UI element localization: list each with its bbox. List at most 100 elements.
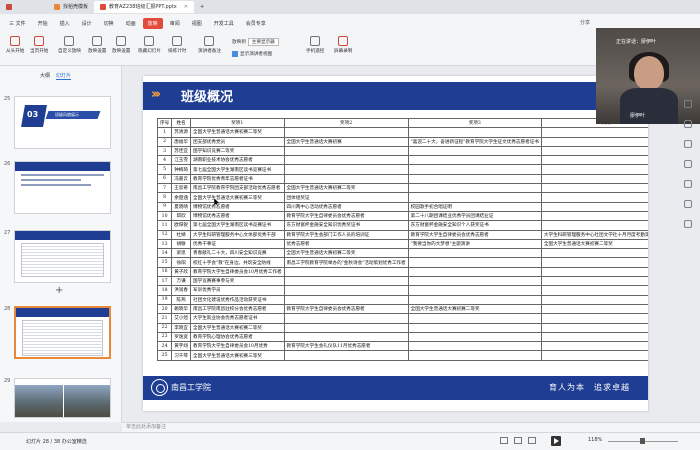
backup-icon[interactable]: [684, 200, 692, 208]
table-cell: [283, 294, 409, 305]
add-slide-icon[interactable]: +: [55, 285, 63, 296]
table-cell: 9: [156, 201, 173, 212]
hide-slide-label: 隐藏幻灯片: [138, 49, 161, 54]
hide-slide-button[interactable]: 隐藏幻灯片: [138, 36, 161, 54]
slide-thumbnail[interactable]: 03 班级风貌展示: [14, 96, 111, 149]
zoom-level: 118%: [588, 437, 603, 443]
menu-item[interactable]: 视图: [187, 18, 207, 29]
format-icon[interactable]: [684, 180, 692, 188]
table-cell: 钟梅琦: [171, 164, 191, 175]
menu-item[interactable]: 放映: [142, 17, 163, 29]
menu-item[interactable]: 切换: [99, 18, 119, 29]
normal-view-icon[interactable]: [500, 437, 508, 444]
animation-icon[interactable]: [684, 120, 692, 128]
table-cell: 王思奇: [171, 183, 191, 194]
phone-remote-button[interactable]: 手机遥控: [306, 36, 324, 54]
table-cell: [407, 145, 542, 157]
show-settings-2-button[interactable]: 放映设置: [112, 36, 130, 54]
table-cell: 全国大学生普通话大赛初赛三等奖: [190, 192, 285, 203]
shape-icon[interactable]: [684, 160, 692, 168]
tab-outline[interactable]: 大纲: [40, 72, 50, 80]
table-cell: [540, 294, 648, 305]
monitor-value: 主要显示器: [247, 38, 279, 46]
play-from-start-label: 从头开始: [6, 49, 25, 54]
new-tab-button[interactable]: +: [194, 1, 210, 13]
tab-slides[interactable]: 幻灯片: [56, 72, 72, 80]
properties-icon[interactable]: [684, 100, 692, 108]
table-cell: 21: [156, 313, 173, 324]
menu-item[interactable]: 审阅: [165, 18, 185, 29]
screen-record-button[interactable]: 屏幕录制: [334, 36, 352, 54]
menu-item[interactable]: 设计: [77, 18, 97, 29]
slide-thumbnail[interactable]: [14, 230, 111, 283]
table-cell: 黄子欣: [171, 266, 191, 278]
show-settings-button[interactable]: 放映设置: [88, 36, 106, 54]
speaker-notes-button[interactable]: 演讲者备注: [198, 36, 221, 54]
tab-template-store[interactable]: 找稻壳模板: [48, 1, 94, 13]
participant-name: 廖伊叶: [630, 113, 646, 119]
table-cell: 团支部优秀党员: [190, 136, 285, 147]
table-row: 7 王思奇 南昌工学院教育学院团支部活动优秀志愿者 全国大学生普通话大赛初赛二等奖: [156, 183, 648, 194]
zoom-slider-knob[interactable]: [640, 438, 645, 444]
table-cell: 南昌工学院南昌驻校分会优秀志愿者: [190, 303, 285, 315]
table-cell: 全国大学生普通话大赛初赛二等奖: [283, 183, 409, 194]
table-header-cell: 奖项2: [283, 117, 409, 129]
more-icon[interactable]: [684, 220, 692, 228]
menu-item[interactable]: 插入: [55, 18, 75, 29]
notes-input[interactable]: 单击此处添加备注: [122, 422, 700, 432]
tab-presentation[interactable]: 教育AZ238班级汇报PPT.pptx ✕: [94, 1, 194, 13]
sorter-view-icon[interactable]: [514, 437, 522, 444]
school-name: 南昌工学院: [171, 383, 211, 392]
share-button[interactable]: 分享: [580, 19, 590, 26]
table-cell: 教育学院大学生自律委员会10月优秀: [190, 341, 285, 352]
play-current-label: 当页开始: [30, 49, 49, 54]
menu-item[interactable]: 开发工具: [209, 18, 239, 29]
play-current-icon: [34, 36, 45, 46]
table-cell: 杜婧: [171, 229, 191, 240]
play-from-start-button[interactable]: 从头开始: [6, 36, 24, 54]
transition-icon[interactable]: [684, 140, 692, 148]
checkbox-checked-icon: [232, 51, 238, 57]
table-cell: 第七届全国大学生湖南区读书竞赛证书: [190, 164, 285, 175]
table-cell: [407, 155, 542, 166]
thumb-number: 25: [4, 96, 11, 102]
presenter-view-checkbox[interactable]: 显示演讲者视图: [232, 51, 272, 57]
photo-thumb: [15, 385, 63, 417]
menu-item[interactable]: 动画: [121, 18, 141, 29]
person-face: [634, 56, 664, 90]
slideshow-play-icon[interactable]: [551, 436, 561, 446]
table-cell: 冯嘉云: [171, 173, 191, 185]
menu-item[interactable]: 三 文件: [4, 18, 31, 29]
table-row: 8 余楚涵 全国大学生普通话大赛初赛三等奖 团体组奖证: [156, 192, 648, 203]
menu-item[interactable]: 会员专享: [241, 18, 271, 29]
slide-editing-area: ››› 班级概况 序号姓名奖项1奖项2奖项3奖项4奖项5 1苏清源全国大学生普通…: [122, 66, 648, 422]
slide-thumbnail[interactable]: [14, 161, 111, 214]
table-cell: [407, 294, 542, 305]
table-cell: [540, 303, 648, 315]
close-tab-icon[interactable]: ✕: [184, 1, 188, 13]
table-cell: 25: [156, 350, 173, 361]
custom-show-button[interactable]: 自定义放映: [58, 36, 81, 54]
table-cell: [540, 266, 648, 278]
custom-show-label: 自定义放映: [58, 49, 81, 54]
rehearse-timing-button[interactable]: 排练计时: [168, 36, 186, 54]
table-cell: 国学竞赛赛事参与奖: [190, 276, 285, 287]
thumb-header: [16, 308, 109, 317]
reading-view-icon[interactable]: [528, 437, 536, 444]
monitor-select[interactable]: 放映到 主要显示器: [232, 38, 279, 46]
table-row: 6 冯嘉云 教育学院优秀青年志愿者证书: [156, 173, 648, 185]
slide-canvas[interactable]: ››› 班级概况 序号姓名奖项1奖项2奖项3奖项4奖项5 1苏清源全国大学生普通…: [143, 76, 648, 411]
table-cell: [540, 145, 648, 157]
slide-thumbnail[interactable]: [14, 378, 111, 418]
table-cell: 优秀干事证: [190, 238, 285, 250]
table-cell: [407, 341, 542, 352]
menu-item[interactable]: 开始: [33, 18, 53, 29]
table-cell: 全国大学生普通话大赛初赛二等奖: [540, 238, 648, 250]
tab-home[interactable]: [0, 1, 48, 13]
table-cell: 夏晓晴: [171, 201, 191, 212]
table-cell: [540, 155, 648, 166]
table-cell: [540, 341, 648, 352]
play-current-button[interactable]: 当页开始: [30, 36, 48, 54]
slide-thumbnail-selected[interactable]: [14, 306, 111, 359]
table-cell: 大学生科研管理服务中心社团文学社十月月度考勤第一获得证书: [540, 229, 648, 240]
